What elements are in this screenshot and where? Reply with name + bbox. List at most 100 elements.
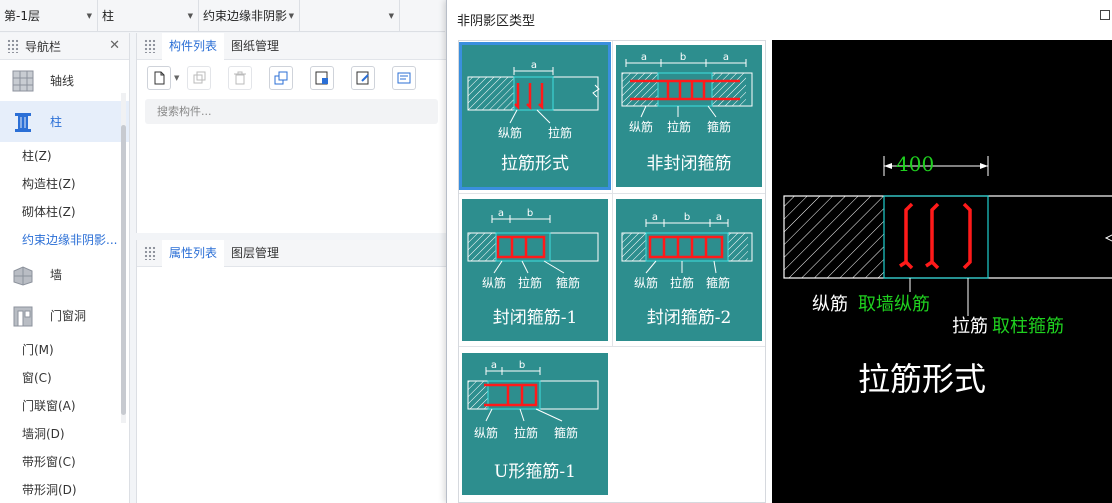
option-label: U形箍筋-1 xyxy=(494,462,576,482)
app-root: 第-1层 ▼ 柱 ▼ 约束边缘非阴影 ▼ ▼ 导航栏 ✕ 轴线 柱 柱(Z) 构… xyxy=(0,0,1112,503)
nav-category-label: 柱 xyxy=(50,115,63,129)
maximize-icon[interactable] xyxy=(1100,10,1110,20)
nav-item-window[interactable]: 窗(C) xyxy=(0,364,129,392)
dim-label-a: a xyxy=(498,208,504,219)
non-closed-stirrup-diagram: a b a 纵筋 拉筋 箍筋 xyxy=(621,52,753,134)
dim-label-b: b xyxy=(519,360,525,371)
layer-copy-button[interactable] xyxy=(269,66,294,90)
nav-title: 导航栏 xyxy=(25,39,62,54)
chevron-down-icon: ▼ xyxy=(86,12,92,20)
nav-category-label: 门窗洞 xyxy=(50,309,87,323)
attribute-panel: 属性列表 图层管理 xyxy=(136,239,446,503)
nav-category-label: 墙 xyxy=(50,268,63,282)
navigation-panel: 导航栏 ✕ 轴线 柱 柱(Z) 构造柱(Z) 砌体柱(Z) 约束边缘非阴影...… xyxy=(0,33,130,503)
note-longitudinal: 纵筋 xyxy=(474,425,498,440)
duplicate-icon xyxy=(274,71,288,85)
nav-item-strip-opening[interactable]: 带形洞(D) xyxy=(0,476,129,503)
new-file-icon xyxy=(154,71,165,85)
attribute-tabs: 属性列表 图层管理 xyxy=(137,239,446,267)
floor-dropdown-value: 第-1层 xyxy=(4,9,40,23)
type-dropdown-value: 柱 xyxy=(102,9,115,23)
wall-icon xyxy=(12,264,34,286)
dim-label-a: a xyxy=(531,60,537,71)
option-non-closed-stirrup[interactable]: a b a 纵筋 拉筋 箍筋 非封闭箍筋 xyxy=(616,45,762,187)
note-tie: 拉筋 xyxy=(670,275,694,290)
delete-button[interactable] xyxy=(228,66,253,90)
preview-canvas: 400 纵筋 取墙纵筋 拉筋 取柱箍筋 拉筋形式 xyxy=(772,40,1112,503)
type-option-grid: a 纵筋 拉筋 拉筋形式 a b a 纵筋 拉筋 箍筋 非封闭箍筋 a b 纵筋… xyxy=(458,40,766,503)
new-component-button[interactable] xyxy=(147,66,171,90)
chevron-down-icon[interactable]: ▼ xyxy=(174,74,179,82)
close-icon[interactable]: ✕ xyxy=(109,38,120,53)
nav-scrollbar-thumb[interactable] xyxy=(121,125,126,415)
option-label: 非封闭箍筋 xyxy=(646,154,732,174)
nav-item-column[interactable]: 柱(Z) xyxy=(0,142,129,170)
nav-category-column[interactable]: 柱 xyxy=(0,101,129,142)
edit-button[interactable] xyxy=(351,66,376,90)
tab-drawing-management[interactable]: 图纸管理 xyxy=(224,33,286,60)
tab-component-list[interactable]: 构件列表 xyxy=(162,32,225,60)
nav-item-wall-opening[interactable]: 墙洞(D) xyxy=(0,420,129,448)
nav-category-door-window[interactable]: 门窗洞 xyxy=(0,295,129,336)
selector-bar: 第-1层 ▼ 柱 ▼ 约束边缘非阴影 ▼ ▼ xyxy=(0,0,445,32)
extra-dropdown[interactable]: ▼ xyxy=(300,0,400,32)
trash-icon xyxy=(234,71,247,85)
non-shadow-type-dialog: 非阴影区类型 a 纵筋 拉筋 拉筋形式 a b a 纵筋 拉筋 箍筋 非封闭箍筋… xyxy=(446,0,1112,503)
preview-label-tie-source: 取柱箍筋 xyxy=(992,316,1064,337)
preview-label-tie: 拉筋 xyxy=(952,316,988,337)
note-longitudinal: 纵筋 xyxy=(634,275,658,290)
type-dropdown[interactable]: 柱 ▼ xyxy=(98,0,199,32)
option-tie-bar-form[interactable]: a 纵筋 拉筋 拉筋形式 xyxy=(459,42,611,190)
nav-item-door-window[interactable]: 门联窗(A) xyxy=(0,392,129,420)
option-closed-stirrup-2[interactable]: a b a 纵筋 拉筋 箍筋 封闭箍筋-2 xyxy=(616,199,762,341)
dim-label-b: b xyxy=(680,52,686,63)
column-icon xyxy=(12,111,34,133)
component-tabs: 构件列表 图纸管理 xyxy=(137,32,446,60)
closed-stirrup-2-diagram: a b a 纵筋 拉筋 箍筋 xyxy=(621,212,753,290)
nav-category-wall[interactable]: 墙 xyxy=(0,254,129,295)
dim-label-a: a xyxy=(652,212,658,223)
nav-category-axis[interactable]: 轴线 xyxy=(0,60,129,101)
copy-icon xyxy=(193,71,206,84)
note-tie: 拉筋 xyxy=(514,425,538,440)
edit-icon xyxy=(356,71,370,85)
import-button[interactable] xyxy=(310,66,335,90)
drag-handle-icon[interactable] xyxy=(7,39,19,53)
preview-title: 拉筋形式 xyxy=(857,360,986,398)
copy-button[interactable] xyxy=(187,66,212,90)
tab-attribute-list[interactable]: 属性列表 xyxy=(162,239,225,267)
drag-handle-icon[interactable] xyxy=(144,246,156,260)
dim-label-b: b xyxy=(527,208,533,219)
note-stirrup: 箍筋 xyxy=(706,275,730,290)
note-tie: 拉筋 xyxy=(518,275,542,290)
subtype-dropdown[interactable]: 约束边缘非阴影 ▼ xyxy=(199,0,300,32)
floor-dropdown[interactable]: 第-1层 ▼ xyxy=(0,0,98,32)
dim-label-a: a xyxy=(641,52,647,63)
grid-axis-icon xyxy=(12,70,34,92)
drag-handle-icon[interactable] xyxy=(144,39,156,53)
grid-divider xyxy=(459,193,765,194)
chevron-down-icon: ▼ xyxy=(288,12,294,20)
component-search-input[interactable]: 搜索构件... xyxy=(145,99,438,124)
note-tie: 拉筋 xyxy=(667,119,691,134)
nav-item-masonry-column[interactable]: 砌体柱(Z) xyxy=(0,198,129,226)
tab-layer-management[interactable]: 图层管理 xyxy=(224,240,286,267)
properties-button[interactable] xyxy=(392,66,417,90)
nav-item-boundary-non-shadow[interactable]: 约束边缘非阴影... xyxy=(0,226,129,254)
option-u-stirrup-1[interactable]: a b 纵筋 拉筋 箍筋 U形箍筋-1 xyxy=(462,353,608,495)
nav-item-strip-window[interactable]: 带形窗(C) xyxy=(0,448,129,476)
dim-label-a: a xyxy=(723,52,729,63)
component-toolbar: ▼ xyxy=(137,60,446,96)
preview-label-longitudinal-source: 取墙纵筋 xyxy=(858,294,930,315)
option-label: 拉筋形式 xyxy=(501,154,569,174)
nav-item-constructional-column[interactable]: 构造柱(Z) xyxy=(0,170,129,198)
preview-dimension: 400 xyxy=(896,152,935,176)
note-longitudinal: 纵筋 xyxy=(498,125,522,140)
option-closed-stirrup-1[interactable]: a b 纵筋 拉筋 箍筋 封闭箍筋-1 xyxy=(462,199,608,341)
chevron-down-icon: ▼ xyxy=(187,12,193,20)
note-longitudinal: 纵筋 xyxy=(482,275,506,290)
closed-stirrup-1-diagram: a b 纵筋 拉筋 箍筋 xyxy=(467,208,599,290)
option-label: 封闭箍筋-1 xyxy=(492,308,578,328)
nav-item-door[interactable]: 门(M) xyxy=(0,336,129,364)
component-list-panel: 构件列表 图纸管理 ▼ 搜索构件... xyxy=(136,32,446,233)
